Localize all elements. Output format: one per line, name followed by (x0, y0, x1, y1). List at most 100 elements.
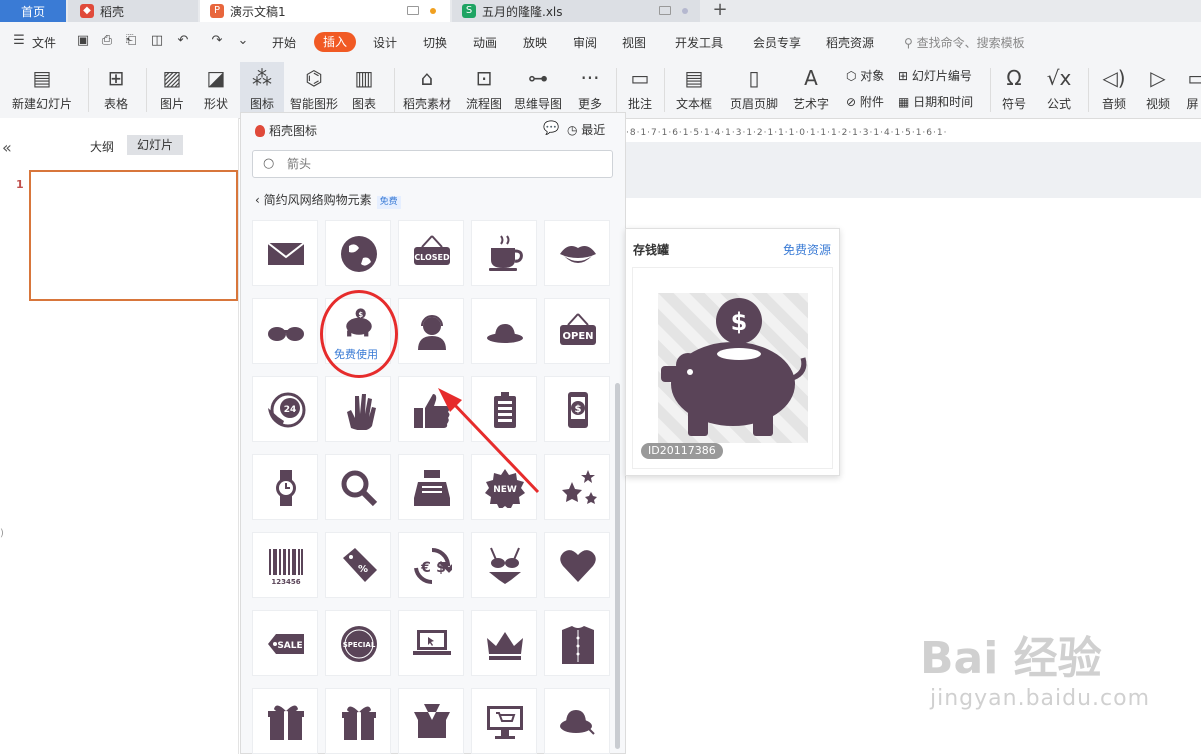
menu-design[interactable]: 设计 (373, 34, 397, 51)
icon-tile[interactable] (544, 688, 610, 754)
icon-tile[interactable]: NEW (471, 454, 537, 520)
menu-slideshow[interactable]: 放映 (523, 34, 547, 51)
textbox-button[interactable]: ▤ 文本框 (670, 62, 718, 118)
free-resource-link[interactable]: 免费资源 (783, 241, 831, 258)
icon-tile[interactable] (544, 532, 610, 598)
flowchart-button[interactable]: ⊡ 流程图 (462, 62, 506, 118)
more-button[interactable]: ··· 更多 (570, 62, 610, 118)
table-button[interactable]: ⊞ 表格 (96, 62, 136, 118)
menu-review[interactable]: 审阅 (573, 34, 597, 51)
icon-tile[interactable]: SPECIAL (325, 610, 391, 676)
icon-tile[interactable] (398, 298, 464, 364)
icon-tile[interactable] (325, 688, 391, 754)
comment-label: 批注 (627, 97, 652, 111)
date-time-button[interactable]: ▦ 日期和时间 (898, 93, 973, 110)
tab-presentation[interactable]: P 演示文稿1 (200, 0, 450, 22)
attachment-button[interactable]: ⊘ 附件 (846, 93, 884, 110)
icon-tile[interactable] (544, 454, 610, 520)
menu-view[interactable]: 视图 (622, 34, 646, 51)
icon-tile[interactable]: 123456 (252, 532, 318, 598)
icon-tile[interactable]: % (325, 532, 391, 598)
icon-tile[interactable] (398, 610, 464, 676)
audio-button[interactable]: ◁) 音频 (1094, 62, 1134, 118)
comment-button[interactable]: ▭ 批注 (622, 62, 658, 118)
separator (146, 68, 147, 112)
free-use-label[interactable]: 免费使用 (334, 346, 378, 362)
icon-tile[interactable] (471, 220, 537, 286)
menu-animation[interactable]: 动画 (473, 34, 497, 51)
icon-tile[interactable]: SALE (252, 610, 318, 676)
tab-outline[interactable]: 大纲 (90, 138, 114, 155)
icon-search-box[interactable]: ○ (252, 150, 613, 178)
menu-insert[interactable]: 插入 (314, 32, 356, 52)
icon-tile[interactable] (471, 610, 537, 676)
menu-member[interactable]: 会员专享 (753, 34, 801, 51)
category-breadcrumb[interactable]: ‹ 简约风网络购物元素 免费 (255, 191, 401, 209)
icon-tile[interactable] (325, 376, 391, 442)
icon-search-input[interactable] (285, 156, 589, 172)
header-footer-button[interactable]: ▯ 页眉页脚 (726, 62, 782, 118)
chart-button[interactable]: ▥ 图表 (344, 62, 384, 118)
icon-tile[interactable]: 24 (252, 376, 318, 442)
tab-spreadsheet[interactable]: S 五月的隆隆.xls (452, 0, 700, 22)
menu-file[interactable]: 文件 (32, 34, 56, 51)
icon-tile[interactable] (471, 688, 537, 754)
icon-tile[interactable] (252, 454, 318, 520)
icon-tile[interactable]: € $ (398, 532, 464, 598)
menu-transition[interactable]: 切换 (423, 34, 447, 51)
hamburger-icon[interactable]: ☰ (12, 34, 26, 48)
video-button[interactable]: ▷ 视频 (1138, 62, 1178, 118)
icon-tile[interactable] (398, 454, 464, 520)
menu-developer[interactable]: 开发工具 (675, 34, 723, 51)
print-icon[interactable]: ⎗ (124, 34, 138, 48)
recent-button[interactable]: ◷ 最近 (567, 121, 605, 138)
customize-toolbar-icon[interactable]: ⌄ (236, 34, 250, 48)
icon-tile[interactable]: OPEN (544, 298, 610, 364)
daoke-material-button[interactable]: ⌂ 稻壳素材 (400, 62, 454, 118)
icon-tile[interactable] (544, 220, 610, 286)
shape-button[interactable]: ◪ 形状 (196, 62, 236, 118)
screen-record-button[interactable]: ▭ 屏 (1184, 62, 1201, 118)
icon-tile[interactable] (252, 220, 318, 286)
icon-tile[interactable] (398, 376, 464, 442)
smart-art-button[interactable]: ⌬ 智能图形 (288, 62, 340, 118)
redo-icon[interactable]: ↷ (210, 34, 224, 48)
icon-tile[interactable] (471, 376, 537, 442)
collapse-panel-icon[interactable]: « (2, 138, 12, 157)
tab-daoke[interactable]: ◆ 稻壳 (68, 0, 198, 22)
menu-daoke-resources[interactable]: 稻壳资源 (826, 34, 874, 51)
print-preview-icon[interactable]: ◫ (150, 34, 164, 48)
icon-tile[interactable] (471, 532, 537, 598)
tab-slides[interactable]: 幻灯片 (127, 135, 183, 155)
icon-tile[interactable] (252, 688, 318, 754)
slide-number-button[interactable]: ⊞ 幻灯片编号 (898, 67, 972, 84)
tab-home[interactable]: 首页 (0, 0, 66, 22)
export-pdf-icon[interactable]: ⎙ (100, 34, 114, 48)
picture-button[interactable]: ▨ 图片 (152, 62, 192, 118)
icon-tile[interactable] (398, 688, 464, 754)
menu-start[interactable]: 开始 (272, 34, 296, 51)
mindmap-button[interactable]: ⊶ 思维导图 (510, 62, 566, 118)
icon-tile[interactable]: $ 免费使用 (325, 298, 391, 364)
undo-icon[interactable]: ↶ (176, 34, 190, 48)
chat-icon[interactable]: 💬 (543, 121, 559, 136)
icon-tile[interactable]: CLOSED (398, 220, 464, 286)
icon-tile[interactable] (544, 610, 610, 676)
icon-tile[interactable] (252, 298, 318, 364)
command-search[interactable]: ⚲ 查找命令、搜索模板 (904, 34, 1025, 51)
icon-tile[interactable]: $ (544, 376, 610, 442)
formula-button[interactable]: √x 公式 (1038, 62, 1080, 118)
wordart-button[interactable]: A 艺术字 (786, 62, 836, 118)
icon-tile[interactable] (325, 454, 391, 520)
new-slide-button[interactable]: ▤ 新建幻灯片 (6, 62, 78, 118)
icon-tile[interactable] (471, 298, 537, 364)
symbol-button[interactable]: Ω 符号 (994, 62, 1034, 118)
object-button[interactable]: ⬡ 对象 (846, 67, 884, 84)
save-icon[interactable]: ▣ (76, 34, 90, 48)
icon-button[interactable]: ⁂ 图标 (240, 62, 284, 118)
new-tab-button[interactable]: + (710, 0, 730, 22)
panel-scrollbar[interactable] (615, 383, 620, 749)
icon-tile[interactable] (325, 220, 391, 286)
edge-handle[interactable]: ) (0, 528, 4, 539)
slide-thumbnail[interactable] (29, 170, 238, 301)
